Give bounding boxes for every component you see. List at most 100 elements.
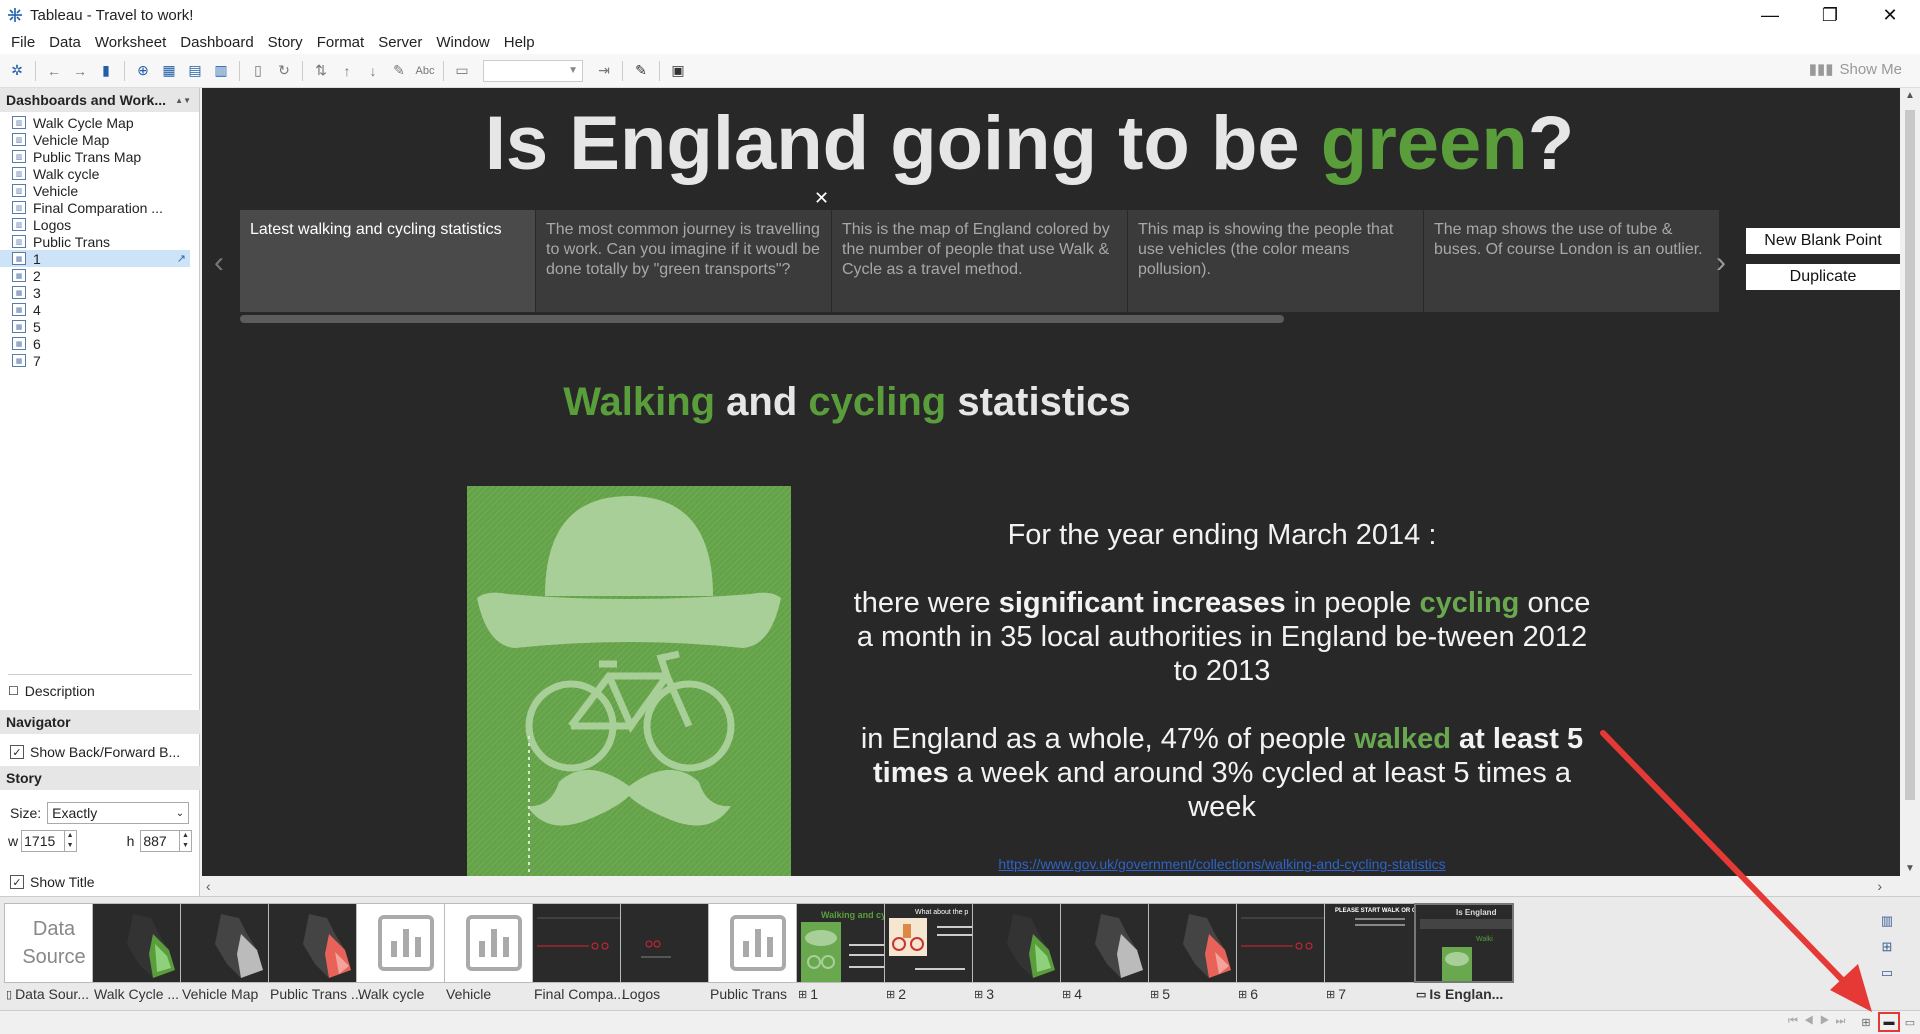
tableau-logo-icon[interactable]: ✲ [6, 60, 28, 82]
fit-dropdown[interactable]: ▼ [483, 59, 583, 82]
sheet-thumbnail [444, 903, 544, 983]
sheet-item-label: Walk cycle [33, 165, 100, 182]
menu-worksheet[interactable]: Worksheet [88, 34, 173, 51]
menu-file[interactable]: File [4, 34, 42, 51]
data-source-icon: ▯ [6, 988, 13, 1001]
undo-icon[interactable]: ← [43, 60, 65, 82]
vertical-scrollbar[interactable]: ▲ ▼ [1900, 88, 1920, 876]
size-select[interactable]: Exactly ⌄ [47, 802, 190, 824]
highlight-icon[interactable]: ✎ [388, 60, 410, 82]
sheet-item[interactable]: ▦ 3 [0, 284, 199, 301]
navigator-scrollbar[interactable] [240, 315, 1284, 323]
show-back-forward-checkbox[interactable]: ✓ Show Back/Forward B... [10, 744, 180, 760]
description-item[interactable]: ☐ Description [8, 674, 192, 699]
dashboard-icon: ⊞ [1150, 988, 1160, 1001]
sheet-item[interactable]: ▦ 2 [0, 267, 199, 284]
worksheet-icon: ▥ [12, 201, 26, 214]
close-icon[interactable]: ✕ [814, 188, 829, 209]
sort-desc-icon[interactable]: ↓ [362, 60, 384, 82]
sheet-item[interactable]: ▦ 1 ↗ [0, 250, 190, 267]
new-dashboard-icon[interactable]: ⊞ [1875, 934, 1899, 960]
story-point[interactable]: The map shows the use of tube & buses. O… [1424, 210, 1719, 312]
stepper-arrows-icon[interactable]: ▲ ▼ [179, 831, 191, 851]
show-filmstrip-icon[interactable]: ▬ [1878, 1012, 1900, 1032]
scroll-down-icon[interactable]: ▼ [1900, 863, 1920, 874]
sort-asc-icon[interactable]: ↑ [336, 60, 358, 82]
minimize-button[interactable]: — [1740, 0, 1800, 30]
new-blank-point-button[interactable]: New Blank Point [1746, 228, 1900, 254]
menu-help[interactable]: Help [497, 34, 542, 51]
sheet-item[interactable]: ▥ Public Trans [0, 233, 199, 250]
bar-chart-icon [378, 915, 434, 971]
fit-icon[interactable]: ▭ [451, 60, 473, 82]
show-me-button[interactable]: ▮▮▮ Show Me [1809, 60, 1902, 79]
dashboard-icon: ⊞ [886, 988, 896, 1001]
dashboard-icon: ⊞ [974, 988, 984, 1001]
source-link[interactable]: https://www.gov.uk/government/collection… [842, 856, 1602, 872]
sheet-item[interactable]: ▥ Walk Cycle Map [0, 114, 199, 131]
story-point[interactable]: The most common journey is travelling to… [536, 210, 831, 312]
new-sheet-icon[interactable]: ▦ [158, 60, 180, 82]
refresh-icon[interactable]: ↻ [273, 60, 295, 82]
menu-dashboard[interactable]: Dashboard [173, 34, 260, 51]
save-icon[interactable]: ▮ [95, 60, 117, 82]
new-worksheet-icon[interactable]: ▥ [1875, 908, 1899, 934]
swap-icon[interactable]: ⇅ [310, 60, 332, 82]
story-point[interactable]: Latest walking and cycling statistics [240, 210, 535, 312]
scroll-left-icon[interactable]: ‹ [206, 878, 211, 894]
story-point[interactable]: This map is showing the people that use … [1128, 210, 1423, 312]
sheet-item[interactable]: ▥ Final Comparation ... [0, 199, 199, 216]
clear-sheet-icon[interactable]: ▥ [210, 60, 232, 82]
scroll-up-icon[interactable]: ▲ [1900, 90, 1920, 101]
menu-story[interactable]: Story [261, 34, 310, 51]
prev-point-icon[interactable]: ‹ [214, 246, 224, 280]
story-point[interactable]: This is the map of England colored by th… [832, 210, 1127, 312]
sheet-tab[interactable]: Is England Walki ▭ Is Englan... [1414, 903, 1519, 1009]
sheet-navigation-arrows[interactable]: ⏮◀▶⏭ [1788, 1015, 1851, 1028]
new-data-source-icon[interactable]: ⊕ [132, 60, 154, 82]
next-point-icon[interactable]: › [1716, 246, 1726, 280]
fix-axes-icon[interactable]: ⇥ [593, 60, 615, 82]
sheet-item[interactable]: ▦ 5 [0, 318, 199, 335]
menu-bar: File Data Worksheet Dashboard Story Form… [0, 30, 1920, 54]
menu-server[interactable]: Server [371, 34, 429, 51]
sheet-item[interactable]: ▥ Vehicle [0, 182, 199, 199]
menu-window[interactable]: Window [429, 34, 496, 51]
new-story-icon[interactable]: ▭ [1875, 960, 1899, 986]
cycling-paragraph: there were significant increases in peop… [853, 587, 1591, 687]
show-tabs-icon[interactable]: ▭ [1902, 1014, 1918, 1030]
maximize-button[interactable]: ❐ [1800, 0, 1860, 30]
menu-data[interactable]: Data [42, 34, 88, 51]
show-title-checkbox[interactable]: ✓ Show Title [10, 874, 95, 890]
labels-icon[interactable]: Abc [414, 60, 436, 82]
sort-caret-icon[interactable]: ▲▼ [175, 96, 191, 105]
stepper-arrows-icon[interactable]: ▲ ▼ [63, 831, 76, 851]
sheet-item[interactable]: ▥ Vehicle Map [0, 131, 199, 148]
sheet-item[interactable]: ▦ 4 [0, 301, 199, 318]
scroll-thumb[interactable] [1905, 110, 1915, 800]
presentation-mode-icon[interactable]: ▣ [667, 60, 689, 82]
sheet-item[interactable]: ▥ Public Trans Map [0, 148, 199, 165]
width-stepper[interactable]: 1715 ▲ ▼ [21, 830, 77, 852]
chevron-down-icon: ⌄ [175, 807, 185, 819]
show-sheet-sorter-icon[interactable]: ⊞ [1858, 1014, 1874, 1030]
sheet-item[interactable]: ▥ Logos [0, 216, 199, 233]
redo-icon[interactable]: → [69, 60, 91, 82]
duplicate-button[interactable]: Duplicate [1746, 264, 1900, 290]
go-to-sheet-icon[interactable]: ↗ [177, 252, 186, 265]
scroll-right-icon[interactable]: › [1877, 878, 1882, 894]
sheet-item[interactable]: ▦ 6 [0, 335, 199, 352]
horizontal-scrollbar[interactable]: ‹ › [202, 876, 1900, 896]
menu-format[interactable]: Format [310, 34, 372, 51]
checkbox-checked-icon: ✓ [10, 875, 24, 889]
duplicate-sheet-icon[interactable]: ▤ [184, 60, 206, 82]
sheet-item[interactable]: ▦ 7 [0, 352, 199, 369]
pause-updates-icon[interactable]: ▯ [247, 60, 269, 82]
sheet-item[interactable]: ▥ Walk cycle [0, 165, 199, 182]
mark-label-icon[interactable]: ✎ [630, 60, 652, 82]
close-button[interactable]: ✕ [1860, 0, 1920, 30]
height-stepper[interactable]: 887 ▲ ▼ [140, 830, 192, 852]
show-me-label: Show Me [1839, 60, 1902, 78]
sheet-thumbnail [620, 903, 720, 983]
cyclist-poster-image [467, 486, 791, 876]
